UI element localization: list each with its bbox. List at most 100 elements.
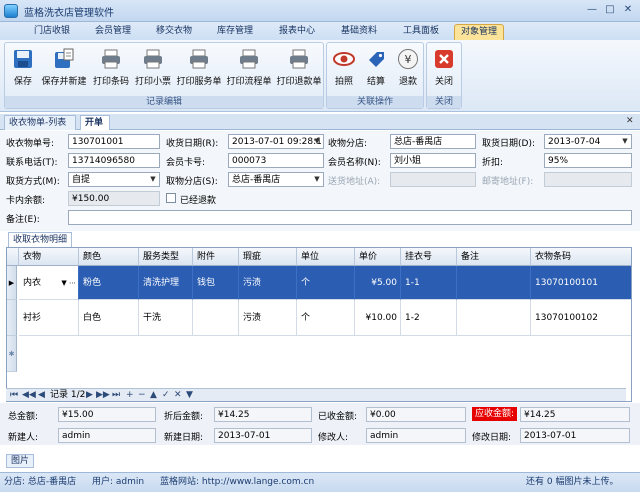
doctab-new-order[interactable]: 开单	[80, 115, 110, 130]
document-tabs: 收衣物单-列表 开单 ✕	[0, 114, 640, 130]
modifier-field: admin	[366, 428, 466, 443]
member-card-field[interactable]: 000073	[228, 153, 324, 168]
tab-transfer-clothes[interactable]: 移交衣物	[150, 24, 198, 40]
group-label-close: 关闭	[427, 96, 461, 108]
print-barcode-button[interactable]: 打印条码	[91, 45, 131, 97]
column-header-remark[interactable]: 备注	[457, 248, 531, 266]
tab-inventory[interactable]: 库存管理	[210, 24, 260, 40]
cell-barcode[interactable]: 13070100102	[531, 300, 631, 336]
after-discount-field: ¥14.25	[214, 407, 312, 422]
nav-confirm-icon[interactable]: ✓	[162, 389, 170, 401]
refunded-checkbox[interactable]	[166, 193, 176, 203]
tab-reports[interactable]: 报表中心	[272, 24, 322, 40]
cell-attachment[interactable]	[193, 300, 239, 336]
nav-next-page-icon[interactable]: ▶▶	[96, 389, 110, 401]
nav-first-icon[interactable]: ⏮	[10, 389, 18, 401]
pickup-branch-select[interactable]: 总店-番禺店 ▼	[228, 172, 324, 187]
receive-branch-field[interactable]: 总店-番禺店	[390, 134, 476, 149]
created-date-field: 2013-07-01	[214, 428, 312, 443]
dropdown-arrow-icon[interactable]: ▼	[620, 136, 630, 147]
refunded-label: 已经退款	[180, 196, 217, 206]
nav-last-icon[interactable]: ⏭	[112, 389, 120, 401]
cell-barcode[interactable]: 13070100101	[531, 266, 631, 300]
print-receipt-button[interactable]: 打印小票	[133, 45, 173, 97]
group-label-related-ops: 关联操作	[327, 96, 423, 108]
cell-color[interactable]: 白色	[79, 300, 139, 336]
save-and-new-button[interactable]: 保存并新建	[39, 45, 89, 97]
cell-service-type[interactable]: 清洗护理	[139, 266, 193, 300]
record-counter: 记录 1/2	[50, 390, 86, 400]
nav-filter-icon[interactable]: ▼	[186, 389, 193, 401]
settle-button[interactable]: 结算	[361, 45, 391, 97]
nav-cancel-icon[interactable]: ✕	[174, 389, 182, 401]
cell-unit[interactable]: 个	[297, 266, 355, 300]
nav-add-icon[interactable]: +	[126, 389, 134, 401]
cell-remark[interactable]	[457, 300, 531, 336]
column-header-defect[interactable]: 瑕疵	[239, 248, 297, 266]
print-refund-order-button[interactable]: 打印退款单	[275, 45, 323, 97]
doctab-order-list[interactable]: 收衣物单-列表	[4, 115, 76, 130]
discount-field[interactable]: 95%	[544, 153, 632, 168]
minimize-button[interactable]: —	[584, 3, 600, 17]
cell-service-type[interactable]: 干洗	[139, 300, 193, 336]
dropdown-arrow-icon[interactable]: ▼	[312, 136, 322, 147]
save-button[interactable]: 保存	[7, 45, 39, 97]
status-website-link[interactable]: 蓝格网站: http://www.lange.com.cn	[160, 473, 314, 492]
cell-hanger-no[interactable]: 1-2	[401, 300, 457, 336]
cell-remark[interactable]	[457, 266, 531, 300]
yen-coin-icon: ¥	[398, 49, 418, 69]
summary-panel: 总金额: ¥15.00 折后金额: ¥14.25 已收金额: ¥0.00 应收金…	[0, 403, 640, 445]
remark-field[interactable]	[68, 210, 632, 225]
cell-unit[interactable]: 个	[297, 300, 355, 336]
member-name-field[interactable]: 刘小姐	[390, 153, 476, 168]
column-header-unit[interactable]: 单位	[297, 248, 355, 266]
cell-price[interactable]: ¥10.00	[355, 300, 401, 336]
photo-button[interactable]: 拍照	[329, 45, 359, 97]
maximize-button[interactable]: □	[602, 3, 618, 17]
phone-field[interactable]: 13714096580	[68, 153, 160, 168]
nav-edit-icon[interactable]: ▲	[150, 389, 157, 401]
cell-clothes[interactable]: 内衣 ▼ ⋯	[19, 266, 79, 300]
dropdown-arrow-icon[interactable]: ▼	[148, 174, 158, 185]
tab-pictures[interactable]: 图片	[6, 454, 35, 468]
tab-store-checkout[interactable]: 门店收银	[28, 24, 76, 40]
pickup-date-field[interactable]: 2013-07-04 ▼	[544, 134, 632, 149]
dropdown-arrow-icon[interactable]: ▼	[312, 174, 322, 185]
tab-basic-data[interactable]: 基础资料	[334, 24, 384, 40]
doctab-close-icon[interactable]: ✕	[626, 116, 634, 126]
column-header-service-type[interactable]: 服务类型	[139, 248, 193, 266]
nav-delete-icon[interactable]: −	[138, 389, 146, 401]
column-header-clothes[interactable]: 衣物	[19, 248, 79, 266]
order-form: 收衣物单号: 130701001 收货日期(R): 2013-07-01 09:…	[0, 131, 640, 231]
nav-prev-icon[interactable]: ◀	[38, 389, 45, 401]
nav-prev-page-icon[interactable]: ◀◀	[22, 389, 36, 401]
cell-color[interactable]: 粉色	[79, 266, 139, 300]
cell-attachment[interactable]: 钱包	[193, 266, 239, 300]
delivery-address-label: 送货地址(A):	[328, 177, 381, 187]
cell-clothes[interactable]: 衬衫	[19, 300, 79, 336]
column-header-barcode[interactable]: 衣物条码	[531, 248, 631, 266]
print-service-order-button[interactable]: 打印服务单	[175, 45, 223, 97]
tab-tools[interactable]: 工具面板	[396, 24, 446, 40]
tab-clothes-detail[interactable]: 收取衣物明细	[8, 232, 73, 247]
order-no-field[interactable]: 130701001	[68, 134, 160, 149]
refund-button[interactable]: ¥ 退款	[393, 45, 423, 97]
phone-label: 联系电话(T):	[6, 158, 58, 168]
tab-object-management[interactable]: 对象管理	[454, 24, 504, 40]
receive-date-field[interactable]: 2013-07-01 09:28:1 ▼	[228, 134, 324, 149]
tab-member-management[interactable]: 会员管理	[88, 24, 138, 40]
cell-defect[interactable]: 污渍	[239, 266, 297, 300]
cell-defect[interactable]: 污渍	[239, 300, 297, 336]
cell-dropdown-icon[interactable]: ▼ ⋯	[61, 266, 76, 299]
column-header-attachment[interactable]: 附件	[193, 248, 239, 266]
print-process-order-button[interactable]: 打印流程单	[225, 45, 273, 97]
column-header-color[interactable]: 颜色	[79, 248, 139, 266]
cell-price[interactable]: ¥5.00	[355, 266, 401, 300]
column-header-hanger-no[interactable]: 挂衣号	[401, 248, 457, 266]
cell-hanger-no[interactable]: 1-1	[401, 266, 457, 300]
close-form-button[interactable]: 关闭	[429, 45, 459, 97]
column-header-price[interactable]: 单价	[355, 248, 401, 266]
close-window-button[interactable]: ✕	[620, 3, 636, 17]
nav-next-icon[interactable]: ▶	[86, 389, 93, 401]
pickup-method-select[interactable]: 自提 ▼	[68, 172, 160, 187]
